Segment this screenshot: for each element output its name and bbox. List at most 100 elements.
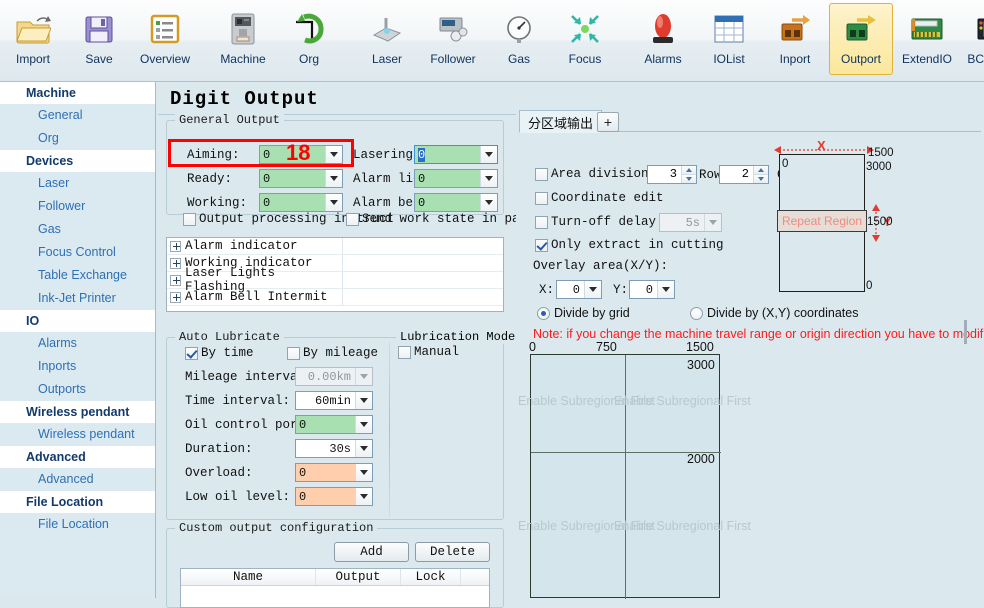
repeat-region-band[interactable]: Repeat Region xyxy=(777,210,867,232)
spinner-down-icon[interactable] xyxy=(682,175,696,183)
table-row[interactable]: Laser Lights Flashing xyxy=(167,272,503,289)
sidebar-item-advanced[interactable]: Advanced xyxy=(0,468,155,491)
chevron-down-icon[interactable] xyxy=(355,392,372,409)
toolbar-button-bcp5045[interactable]: BCP5045 xyxy=(961,3,984,75)
toolbar-button-inport[interactable]: Inport xyxy=(763,3,827,75)
toolbar-button-org[interactable]: Org xyxy=(277,3,341,75)
zone-grid[interactable]: Enable Subregional First Enable Subregio… xyxy=(530,354,720,598)
sidebar-item-inports[interactable]: Inports xyxy=(0,355,155,378)
spinner-down-icon[interactable] xyxy=(754,175,768,183)
overlay-y-combo[interactable]: 0 xyxy=(629,280,675,299)
checkbox-box xyxy=(535,192,548,205)
chevron-down-icon[interactable] xyxy=(325,146,342,163)
toolbar-button-save[interactable]: Save xyxy=(67,3,131,75)
by-time-checkbox[interactable]: By time xyxy=(185,346,254,360)
time-interval-combo[interactable]: 60min xyxy=(295,391,373,410)
sidebar-item-org[interactable]: Org xyxy=(0,127,155,150)
low-oil-level-combo[interactable]: 0 xyxy=(295,487,373,506)
only-extract-in-cutting-checkbox[interactable]: Only extract in cutting xyxy=(535,238,724,252)
alarm-light-combo[interactable]: 0 xyxy=(414,169,498,188)
spinner-buttons[interactable] xyxy=(753,166,768,183)
divide-by-coordinates-radio[interactable]: Divide by (X,Y) coordinates xyxy=(690,306,858,320)
spinner-buttons[interactable] xyxy=(681,166,696,183)
working-combo[interactable]: 0 xyxy=(259,193,343,212)
chevron-down-icon[interactable] xyxy=(325,170,342,187)
sidebar-item-table-exchange[interactable]: Table Exchange xyxy=(0,264,155,287)
ready-combo[interactable]: 0 xyxy=(259,169,343,188)
chevron-down-icon[interactable] xyxy=(657,281,674,298)
table-row[interactable]: Alarm indicator xyxy=(167,238,503,255)
overlay-x-combo[interactable]: 0 xyxy=(556,280,602,299)
sidebar-item-file-location[interactable]: File Location xyxy=(0,513,155,536)
toolbar-button-follower[interactable]: Follower xyxy=(421,3,485,75)
chevron-down-icon[interactable] xyxy=(480,146,497,163)
sidebar-item-ink-jet-printer[interactable]: Ink-Jet Printer xyxy=(0,287,155,310)
toolbar-label-bcp5045: BCP5045 xyxy=(967,52,984,66)
chevron-down-icon[interactable] xyxy=(355,368,372,385)
toolbar-button-extendio[interactable]: ExtendIO xyxy=(895,3,959,75)
add-button[interactable]: Add xyxy=(334,542,409,562)
sidebar-item-general[interactable]: General xyxy=(0,104,155,127)
area-division-cols-spinner[interactable]: 2 xyxy=(719,165,769,184)
sidebar-item-laser[interactable]: Laser xyxy=(0,172,155,195)
navigation-sidebar[interactable]: Machine General Org Devices Laser Follow… xyxy=(0,82,156,598)
divide-by-grid-radio[interactable]: Divide by grid xyxy=(537,306,630,320)
sidebar-item-alarms[interactable]: Alarms xyxy=(0,332,155,355)
toolbar-button-machine[interactable]: Machine xyxy=(211,3,275,75)
spinner-up-icon[interactable] xyxy=(682,166,696,175)
chevron-down-icon[interactable] xyxy=(704,214,721,231)
coordinate-edit-checkbox[interactable]: Coordinate edit xyxy=(535,191,664,205)
only-extract-in-cutting-label: Only extract in cutting xyxy=(551,238,724,252)
sidebar-item-gas[interactable]: Gas xyxy=(0,218,155,241)
toolbar-button-gas[interactable]: Gas xyxy=(487,3,551,75)
by-mileage-checkbox[interactable]: By mileage xyxy=(287,346,378,360)
toolbar-button-overview[interactable]: Overview xyxy=(133,3,197,75)
add-tab-button[interactable]: + xyxy=(597,112,619,132)
overlay-x-label: X: xyxy=(539,283,554,297)
expand-plus-icon[interactable] xyxy=(170,275,181,286)
spinner-up-icon[interactable] xyxy=(754,166,768,175)
turn-off-delay-combo[interactable]: 5s xyxy=(659,213,722,232)
overload-combo[interactable]: 0 xyxy=(295,463,373,482)
chevron-down-icon[interactable] xyxy=(355,488,372,505)
lasering-combo[interactable]: 0 xyxy=(414,145,498,164)
toolbar-button-alarms[interactable]: Alarms xyxy=(631,3,695,75)
chevron-down-icon[interactable] xyxy=(480,194,497,211)
toolbar-button-outport[interactable]: Outport xyxy=(829,3,893,75)
oil-control-port-combo[interactable]: 0 xyxy=(295,415,373,434)
area-division-rows-spinner[interactable]: 3 xyxy=(647,165,697,184)
turn-off-delay-checkbox[interactable]: Turn-off delay: xyxy=(535,215,664,229)
send-work-state-in-pause-label: Send work state in paus xyxy=(362,212,535,226)
table-row[interactable]: Alarm Bell Intermit xyxy=(167,289,503,306)
sidebar-item-focus-control[interactable]: Focus Control xyxy=(0,241,155,264)
expand-plus-icon[interactable] xyxy=(170,292,181,303)
chevron-down-icon[interactable] xyxy=(355,440,372,457)
sidebar-item-outports[interactable]: Outports xyxy=(0,378,155,401)
send-work-state-in-pause-checkbox[interactable]: Send work state in paus xyxy=(346,212,535,226)
list-overview-icon xyxy=(145,9,185,49)
area-division-rows-value: 3 xyxy=(648,166,681,183)
sidebar-item-wireless-pendant[interactable]: Wireless pendant xyxy=(0,423,155,446)
chevron-down-icon[interactable] xyxy=(325,194,342,211)
area-division-checkbox[interactable]: Area division: xyxy=(535,167,656,181)
manual-checkbox[interactable]: Manual xyxy=(398,345,459,359)
toolbar-button-laser[interactable]: Laser xyxy=(355,3,419,75)
duration-combo[interactable]: 30s xyxy=(295,439,373,458)
custom-output-table[interactable]: Name Output Lock xyxy=(180,568,490,608)
toolbar-button-import[interactable]: Import xyxy=(1,3,65,75)
alarm-bell-combo[interactable]: 0 xyxy=(414,193,498,212)
toolbar-button-focus[interactable]: Focus xyxy=(553,3,617,75)
expand-plus-icon[interactable] xyxy=(170,258,181,269)
toolbar-button-iolist[interactable]: IOList xyxy=(697,3,761,75)
delete-button[interactable]: Delete xyxy=(415,542,490,562)
chevron-down-icon[interactable] xyxy=(355,464,372,481)
expand-plus-icon[interactable] xyxy=(170,241,181,252)
indicator-list[interactable]: Alarm indicator Working indicator Laser … xyxy=(166,237,504,312)
tab-zone-output[interactable]: 分区域输出 xyxy=(519,110,602,133)
chevron-down-icon[interactable] xyxy=(480,170,497,187)
chevron-down-icon[interactable] xyxy=(355,416,372,433)
sidebar-item-follower[interactable]: Follower xyxy=(0,195,155,218)
mileage-interval-combo[interactable]: 0.00km xyxy=(295,367,373,386)
note-scrollbar[interactable] xyxy=(964,320,967,344)
chevron-down-icon[interactable] xyxy=(584,281,601,298)
